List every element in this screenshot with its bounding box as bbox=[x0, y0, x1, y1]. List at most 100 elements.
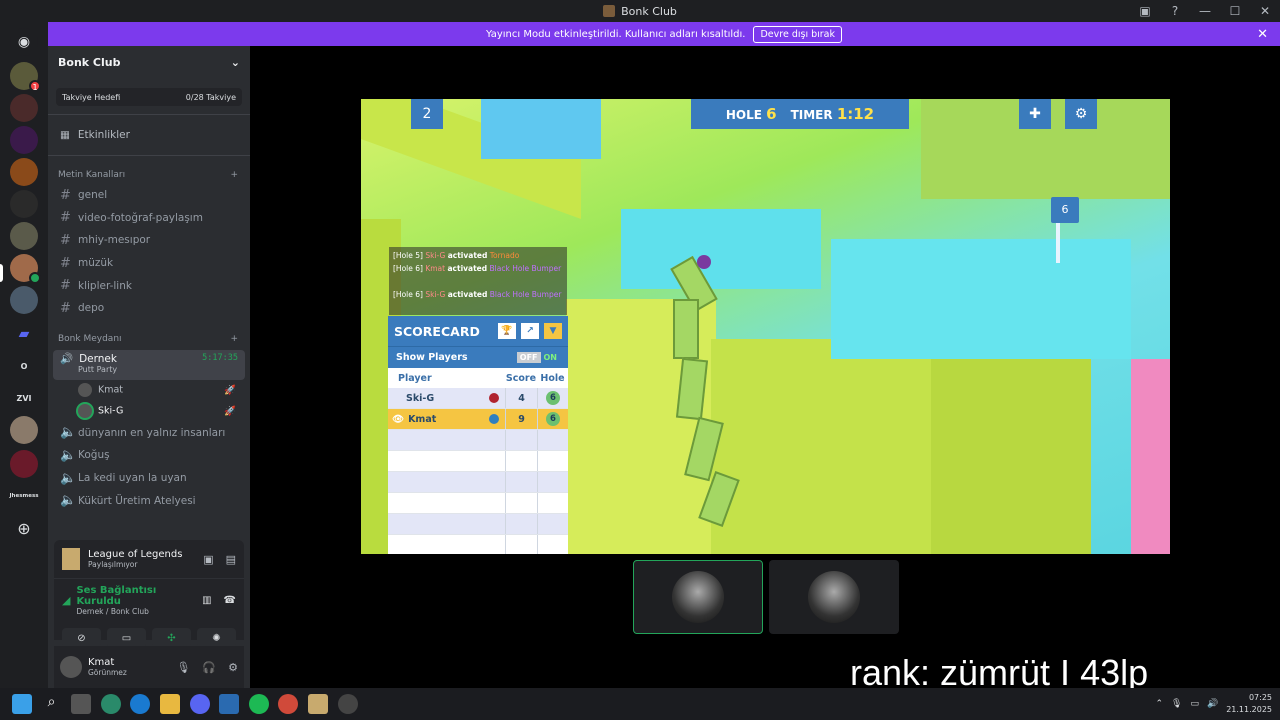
server-icon[interactable] bbox=[10, 126, 38, 154]
voice-channel[interactable]: 🔈 Koğuş bbox=[48, 444, 250, 467]
players-count-button[interactable]: 2 bbox=[411, 99, 443, 129]
server-icon[interactable] bbox=[10, 254, 41, 284]
participant-thumbnails bbox=[633, 560, 899, 634]
headphones-icon[interactable]: 🎧 bbox=[202, 661, 216, 674]
mail-icon[interactable] bbox=[219, 694, 240, 714]
settings-icon[interactable]: ▤ bbox=[226, 553, 236, 566]
expand-icon[interactable]: ↗ bbox=[521, 323, 539, 339]
gear-icon[interactable]: ⚙ bbox=[228, 661, 238, 674]
league-client-icon[interactable] bbox=[307, 694, 328, 714]
server-icon[interactable]: O bbox=[10, 352, 38, 380]
inbox-icon[interactable]: ▣ bbox=[1130, 0, 1160, 22]
text-category[interactable]: Metin Kanalları + bbox=[48, 166, 250, 184]
server-icon[interactable] bbox=[10, 158, 38, 186]
voice-user[interactable]: Ski-G 🚀 bbox=[48, 401, 250, 422]
server-icon[interactable] bbox=[10, 450, 38, 478]
discord-home-icon[interactable]: ◉ bbox=[10, 28, 38, 56]
edge-icon[interactable] bbox=[130, 694, 151, 714]
boost-goal[interactable]: Takviye Hedefi 0/28 Takviye bbox=[56, 88, 242, 106]
show-players-label: Show Players bbox=[396, 352, 468, 363]
chevron-up-icon[interactable]: ⌃ bbox=[1155, 699, 1163, 709]
user-status: Görünmez bbox=[88, 668, 127, 677]
server-icon[interactable] bbox=[10, 416, 38, 444]
server-icon[interactable]: Jhesmess bbox=[10, 482, 39, 510]
avatar[interactable] bbox=[60, 656, 82, 678]
channel-klipler[interactable]: # klipler-link bbox=[48, 274, 250, 297]
windows-start-icon[interactable] bbox=[12, 694, 32, 714]
minimize-button[interactable]: — bbox=[1190, 0, 1220, 22]
events-item[interactable]: ▦ Etkinlikler bbox=[48, 123, 250, 147]
search-icon[interactable]: ⌕ bbox=[42, 694, 62, 714]
col-hole: Hole bbox=[540, 372, 565, 384]
folder-icon[interactable]: ▰ bbox=[10, 320, 38, 348]
activities-button[interactable]: ✣ bbox=[152, 628, 191, 648]
add-user-icon[interactable]: ✚ bbox=[1019, 99, 1051, 129]
voice-channel-dernek[interactable]: 🔊 Dernek 5:17:35 Putt Party bbox=[53, 349, 245, 380]
disconnect-icon[interactable]: ☎ bbox=[224, 595, 236, 606]
voice-category[interactable]: Bonk Meydanı + bbox=[48, 330, 250, 348]
channel-depo[interactable]: # depo bbox=[48, 297, 250, 320]
microphone-icon[interactable]: 🎙 bbox=[176, 661, 190, 674]
channel-video-foto[interactable]: # video-fotoğraf-paylaşım bbox=[48, 207, 250, 230]
show-players-toggle[interactable]: Show Players OFF ON bbox=[388, 346, 568, 368]
participant-tile[interactable] bbox=[769, 560, 899, 634]
noise-suppression-icon[interactable]: ▥ bbox=[202, 595, 211, 606]
discord-icon[interactable] bbox=[189, 694, 210, 714]
gear-icon[interactable]: ⚙ bbox=[1065, 99, 1097, 129]
camera-off-button[interactable]: ⊘ bbox=[62, 628, 101, 648]
channel-muzuk[interactable]: # müzük bbox=[48, 252, 250, 275]
voice-channel[interactable]: 🔈 La kedi uyan la uyan bbox=[48, 467, 250, 490]
voice-user[interactable]: Kmat 🚀 bbox=[48, 380, 250, 401]
flag-number: 6 bbox=[1061, 203, 1069, 216]
server-icon[interactable]: 1 bbox=[10, 62, 41, 92]
server-header[interactable]: Bonk Club ⌄ bbox=[48, 46, 250, 78]
microphone-icon[interactable]: 🎙 bbox=[1171, 699, 1182, 709]
toggle-on[interactable]: ON bbox=[540, 352, 560, 363]
player-color-dot bbox=[489, 414, 499, 424]
server-icon[interactable]: ZVI bbox=[10, 384, 38, 412]
disable-streamer-mode-button[interactable]: Devre dışı bırak bbox=[753, 25, 843, 43]
player-hole: 6 bbox=[546, 412, 560, 426]
server-icon[interactable] bbox=[10, 94, 38, 122]
channel-label: depo bbox=[78, 302, 105, 315]
chrome-icon[interactable] bbox=[278, 694, 299, 714]
app-icon[interactable] bbox=[337, 694, 358, 714]
table-row bbox=[388, 493, 568, 514]
add-channel-icon[interactable]: + bbox=[230, 170, 238, 180]
speaker-icon: 🔈 bbox=[60, 470, 77, 486]
server-icon[interactable] bbox=[10, 222, 38, 250]
stream-icon[interactable]: ▣ bbox=[203, 553, 213, 566]
table-row: Ski-G 4 6 bbox=[388, 388, 568, 409]
clock[interactable]: 07:25 21.11.2025 bbox=[1226, 692, 1272, 716]
game-view[interactable]: 6 2 HOLE 6 TIMER 1:12 ✚ ⚙ [Hole 5] Ski-G… bbox=[361, 99, 1170, 554]
server-list: ◉ 1 ▰ O ZVI Jhesmess ⊕ bbox=[0, 22, 48, 688]
close-icon[interactable]: ✕ bbox=[1257, 27, 1268, 42]
screen-share-button[interactable]: ▭ bbox=[107, 628, 146, 648]
trophy-icon[interactable]: 🏆 bbox=[498, 323, 516, 339]
browser-icon[interactable] bbox=[100, 694, 121, 714]
channel-mhiy[interactable]: # mhiy-mesıpor bbox=[48, 229, 250, 252]
maze-floor bbox=[831, 239, 1131, 359]
soundboard-button[interactable]: ✺ bbox=[197, 628, 236, 648]
divider bbox=[48, 155, 250, 156]
channel-genel[interactable]: # genel bbox=[48, 184, 250, 207]
speaker-icon: 🔈 bbox=[60, 493, 77, 509]
toggle-off[interactable]: OFF bbox=[516, 352, 541, 363]
add-server-icon[interactable]: ⊕ bbox=[10, 514, 38, 542]
spotify-icon[interactable] bbox=[248, 694, 269, 714]
collapse-icon[interactable]: ▼ bbox=[544, 323, 562, 339]
add-channel-icon[interactable]: + bbox=[230, 334, 238, 344]
help-icon[interactable]: ? bbox=[1160, 0, 1190, 22]
close-window-button[interactable]: ✕ bbox=[1250, 0, 1280, 22]
voice-channel[interactable]: 🔈 Kükürt Üretim Atelyesi bbox=[48, 489, 250, 512]
server-icon[interactable] bbox=[10, 286, 38, 314]
monitor-icon[interactable]: ▭ bbox=[1190, 699, 1199, 709]
volume-icon[interactable]: 🔊 bbox=[1207, 699, 1218, 709]
file-explorer-icon[interactable] bbox=[159, 694, 180, 714]
server-icon[interactable] bbox=[10, 190, 38, 218]
participant-tile[interactable] bbox=[633, 560, 763, 634]
channel-sidebar: Bonk Club ⌄ Takviye Hedefi 0/28 Takviye … bbox=[48, 46, 250, 688]
voice-channel[interactable]: 🔈 dünyanın en yalnız insanları bbox=[48, 422, 250, 445]
maximize-button[interactable]: ☐ bbox=[1220, 0, 1250, 22]
task-view-icon[interactable] bbox=[71, 694, 92, 714]
